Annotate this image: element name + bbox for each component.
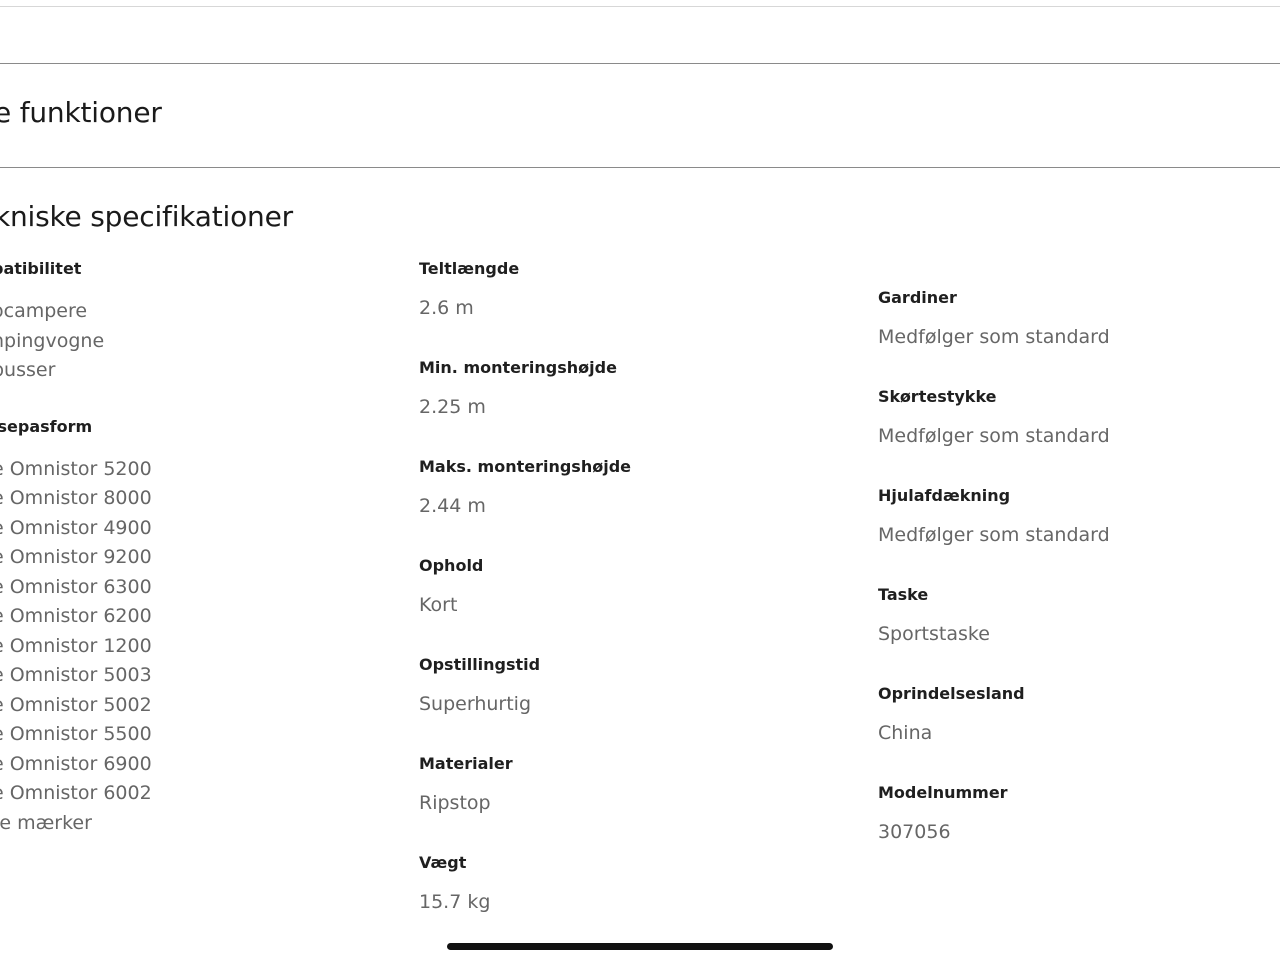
list-item: e Omnistor 6300: [0, 575, 152, 598]
spec-label: Modelnummer: [878, 783, 1008, 802]
spec-label: Materialer: [419, 754, 513, 773]
spec-wheel-cover: Hjulafdækning Medfølger som standard: [878, 485, 1258, 546]
list-item: e Omnistor 5500: [0, 723, 152, 745]
spec-label: Ophold: [419, 556, 484, 575]
list-item: e Omnistor 6900: [0, 752, 152, 775]
spec-origin: Oprindelsesland China: [878, 683, 1258, 744]
specs-column-3: Gardiner Medfølger som standard Skørtest…: [878, 287, 1258, 881]
spec-weight: Vægt 15.7 kg: [419, 852, 799, 913]
spec-value: Medfølger som standard: [878, 425, 1110, 447]
spec-value: 15.7 kg: [419, 891, 491, 913]
spec-label: Opstillingstid: [419, 655, 541, 674]
spec-label: Gardiner: [878, 288, 957, 307]
spec-label: patibilitet: [0, 259, 82, 278]
features-section-heading[interactable]: e funktioner: [0, 96, 162, 129]
top-divider: [0, 6, 1280, 7]
list-item: ocampere: [0, 300, 88, 322]
home-indicator[interactable]: [447, 943, 833, 950]
product-details-page: e funktioner kniske specifikationer pati…: [0, 0, 1280, 960]
compatibility-list: ocampere npingvogne busser: [0, 297, 292, 386]
spec-stay: Ophold Kort: [419, 555, 799, 616]
list-item: e Omnistor 1200: [0, 634, 152, 657]
list-item: e Omnistor 6002: [0, 782, 152, 804]
awning-fit-list: e Omnistor 5200 e Omnistor 8000 e Omnist…: [0, 455, 292, 839]
spec-label: Skørtestykke: [878, 387, 997, 406]
spec-setup-time: Opstillingstid Superhurtig: [419, 654, 799, 715]
list-item: e Omnistor 5002: [0, 693, 152, 716]
list-item: re mærker: [0, 811, 92, 834]
spec-value: 2.44 m: [419, 495, 486, 517]
spec-value: Medfølger som standard: [878, 524, 1110, 546]
list-item: e Omnistor 4900: [0, 516, 152, 539]
spec-value: 307056: [878, 821, 951, 843]
spec-value: 2.6 m: [419, 297, 474, 319]
spec-label: isepasform: [0, 416, 93, 436]
specs-column-1: patibilitet ocampere npingvogne busser i…: [0, 258, 292, 868]
spec-value: 2.25 m: [419, 396, 486, 418]
spec-materials: Materialer Ripstop: [419, 753, 799, 814]
spec-value: China: [878, 722, 933, 744]
spec-label: Oprindelsesland: [878, 684, 1025, 703]
spec-value: Medfølger som standard: [878, 326, 1110, 348]
section-divider: [0, 167, 1280, 168]
spec-value: Kort: [419, 594, 458, 616]
spec-label: Vægt: [419, 853, 467, 872]
spec-max-mount-height: Maks. monteringshøjde 2.44 m: [419, 456, 799, 517]
list-item: npingvogne: [0, 329, 105, 352]
spec-label: Taske: [878, 585, 929, 604]
spec-label: Min. monteringshøjde: [419, 358, 617, 377]
spec-value: Ripstop: [419, 792, 491, 814]
spec-min-mount-height: Min. monteringshøjde 2.25 m: [419, 357, 799, 418]
spec-value: Sportstaske: [878, 623, 990, 645]
spec-label: Teltlængde: [419, 259, 520, 278]
spec-compatibility: patibilitet ocampere npingvogne busser: [0, 258, 292, 386]
list-item: e Omnistor 8000: [0, 487, 152, 509]
specs-column-2: Teltlængde 2.6 m Min. monteringshøjde 2.…: [419, 258, 799, 951]
spec-skirt: Skørtestykke Medfølger som standard: [878, 386, 1258, 447]
list-item: busser: [0, 359, 56, 381]
spec-tent-length: Teltlængde 2.6 m: [419, 258, 799, 319]
list-item: e Omnistor 9200: [0, 546, 152, 568]
specs-section-heading[interactable]: kniske specifikationer: [0, 200, 293, 233]
spec-value: Superhurtig: [419, 693, 532, 715]
spec-label: Maks. monteringshøjde: [419, 457, 631, 476]
list-item: e Omnistor 5003: [0, 664, 152, 686]
spec-curtains: Gardiner Medfølger som standard: [878, 287, 1258, 348]
list-item: e Omnistor 5200: [0, 457, 152, 480]
spec-model-number: Modelnummer 307056: [878, 782, 1258, 843]
section-divider: [0, 63, 1280, 64]
spec-bag: Taske Sportstaske: [878, 584, 1258, 645]
spec-awning-fit: isepasform e Omnistor 5200 e Omnistor 80…: [0, 416, 292, 839]
list-item: e Omnistor 6200: [0, 605, 152, 627]
spec-label: Hjulafdækning: [878, 486, 1011, 505]
